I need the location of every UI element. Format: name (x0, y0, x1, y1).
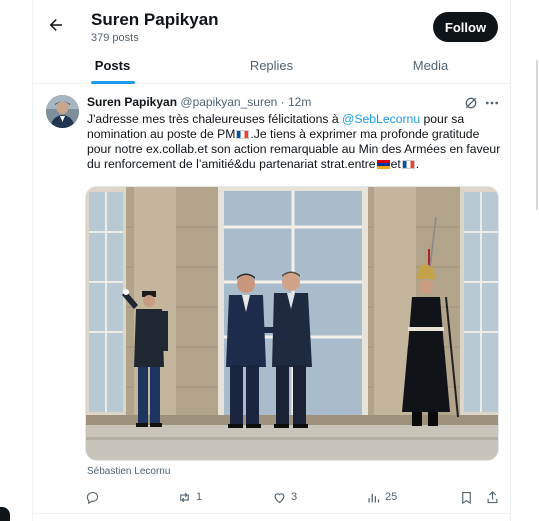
corner-fragment (0, 507, 10, 521)
tab-replies[interactable]: Replies (192, 48, 351, 83)
follow-button[interactable]: Follow (433, 12, 498, 42)
post-author-name[interactable]: Suren Papikyan (87, 95, 177, 109)
france-flag-icon (236, 130, 250, 139)
post-text-part: . (415, 157, 420, 171)
post-actions: 1 3 25 (85, 487, 505, 507)
repost-button[interactable]: 1 (177, 487, 202, 507)
post-photo[interactable] (85, 186, 499, 461)
separator-dot: · (280, 95, 285, 109)
tab-posts[interactable]: Posts (33, 48, 192, 83)
views-count: 25 (385, 491, 398, 503)
share-button[interactable] (485, 487, 500, 507)
avatar[interactable] (46, 95, 79, 128)
arrow-left-icon (49, 19, 62, 31)
reply-icon (86, 491, 99, 504)
heart-icon (274, 492, 285, 503)
profile-tabs: Posts Replies Media (33, 48, 510, 84)
views-icon (368, 493, 380, 502)
repost-icon (180, 492, 189, 502)
post-author-line: Suren Papikyan @papikyan_suren · 12m (87, 95, 311, 109)
profile-header: Suren Papikyan 379 posts Follow (33, 0, 510, 48)
profile-name: Suren Papikyan (91, 10, 219, 29)
photo-credit: Sébastien Lecornu (87, 466, 171, 477)
photo-image (86, 187, 498, 460)
bookmark-button[interactable] (459, 487, 474, 507)
post[interactable]: Suren Papikyan @papikyan_suren · 12m J'a… (33, 85, 510, 521)
post-divider (33, 513, 510, 514)
share-icon (487, 490, 498, 503)
like-count: 3 (291, 491, 298, 503)
post-text-part: J'adresse mes très chaleureuses félicita… (87, 112, 342, 126)
mention-link[interactable]: @SebLecornu (342, 112, 420, 126)
france-flag-icon (401, 160, 415, 169)
post-time[interactable]: 12m (288, 95, 311, 109)
like-button[interactable]: 3 (272, 487, 297, 507)
post-author-handle[interactable]: @papikyan_suren (180, 95, 277, 109)
views-button[interactable]: 25 (366, 487, 397, 507)
repost-count: 1 (196, 491, 203, 503)
post-text-part: et (390, 157, 401, 171)
armenia-flag-icon (376, 160, 390, 169)
back-button[interactable] (43, 12, 69, 38)
right-gutter (511, 0, 539, 521)
avatar-image (46, 95, 79, 128)
tab-media[interactable]: Media (351, 48, 510, 83)
grok-icon[interactable] (463, 95, 479, 111)
more-dots-icon[interactable] (484, 95, 500, 111)
reply-button[interactable] (85, 487, 104, 507)
post-count: 379 posts (91, 32, 139, 44)
post-text: J'adresse mes très chaleureuses félicita… (87, 112, 505, 172)
scrollbar[interactable] (536, 60, 538, 210)
bookmark-icon (462, 491, 471, 504)
